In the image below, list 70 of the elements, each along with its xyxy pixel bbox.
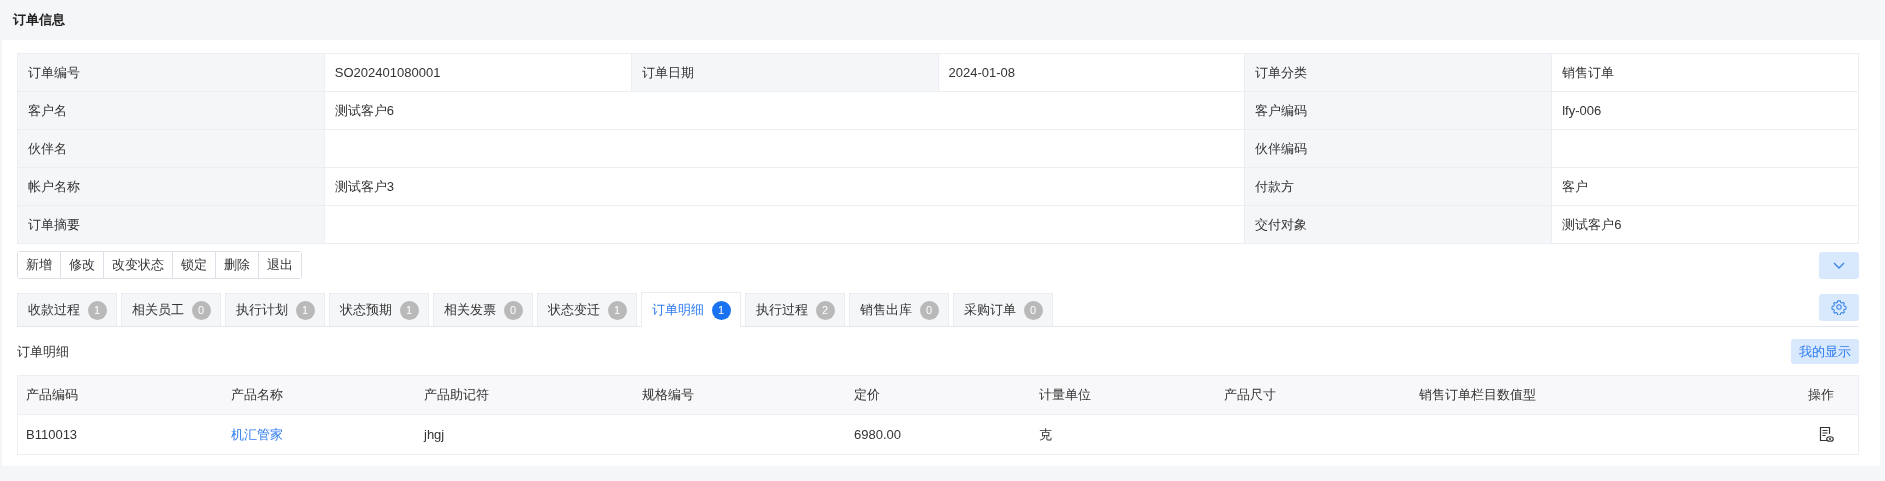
field-label: 帐户名称 [18, 168, 325, 206]
field-label: 付款方 [1245, 168, 1553, 206]
tab[interactable]: 相关发票 0 [433, 293, 533, 326]
document-view-icon[interactable] [1818, 426, 1834, 443]
field-value: 客户 [1552, 168, 1859, 206]
count-badge: 1 [607, 300, 627, 320]
count-badge: 0 [503, 300, 523, 320]
count-badge: 0 [191, 300, 211, 320]
field-value: 2024-01-08 [938, 54, 1246, 92]
tab-label: 相关员工 [131, 301, 184, 319]
column-header: 定价 [853, 386, 881, 404]
field-label: 交付对象 [1245, 206, 1553, 244]
tab-label: 订单明细 [651, 301, 704, 319]
field-label: 订单分类 [1245, 54, 1553, 92]
count-badge: 0 [919, 300, 939, 320]
count-badge: 0 [1023, 300, 1043, 320]
field-label: 订单日期 [631, 54, 939, 92]
tab[interactable]: 执行计划 1 [225, 293, 325, 326]
field-value: SO202401080001 [324, 54, 632, 92]
column-header: 规格编号 [641, 386, 695, 404]
column-header: 计量单位 [1038, 386, 1092, 404]
count-badge: 2 [815, 300, 835, 320]
tab-label: 状态变迁 [547, 301, 600, 319]
column-header: 产品尺寸 [1223, 386, 1277, 404]
table-cell-text: 克 [1038, 425, 1053, 444]
column-header: 操作 [1807, 386, 1835, 404]
tab-label: 执行计划 [235, 301, 288, 319]
field-label: 伙伴编码 [1245, 130, 1553, 168]
field-value: 测试客户6 [1552, 206, 1859, 244]
column-header: 产品名称 [230, 386, 284, 404]
tab[interactable]: 状态预期 1 [329, 293, 429, 326]
toolbar-button[interactable]: 新增 [18, 252, 61, 278]
column-header: 产品编码 [25, 386, 79, 404]
field-value: lfy-006 [1552, 92, 1859, 130]
field-label: 客户编码 [1245, 92, 1553, 130]
tab[interactable]: 订单明细 1 [641, 292, 741, 327]
tab-label: 状态预期 [339, 301, 392, 319]
table-cell-text: 6980.00 [853, 425, 902, 444]
tab-label: 执行过程 [755, 301, 808, 319]
table-cell-text: B110013 [25, 425, 79, 444]
tab-label: 采购订单 [963, 301, 1016, 319]
count-badge: 1 [87, 300, 107, 320]
settings-icon [1831, 299, 1847, 315]
tab[interactable]: 相关员工 0 [121, 293, 221, 326]
section-title: 订单明细 [17, 342, 69, 361]
field-value: 测试客户3 [324, 168, 1246, 206]
settings-button[interactable] [1819, 293, 1859, 321]
field-value: 销售订单 [1552, 54, 1859, 92]
page-title: 订单信息 [13, 11, 65, 29]
table-cell-text: jhgj [422, 425, 446, 444]
field-label: 伙伴名 [18, 130, 325, 168]
tab[interactable]: 采购订单 0 [953, 293, 1053, 326]
collapse-button[interactable] [1819, 251, 1859, 279]
tab-label: 销售出库 [859, 301, 912, 319]
count-badge: 1 [711, 300, 731, 320]
field-label: 订单摘要 [18, 206, 325, 244]
count-badge: 1 [399, 300, 419, 320]
tab-label: 收款过程 [27, 301, 80, 319]
product-link[interactable]: 机汇管家 [223, 425, 416, 444]
column-header: 销售订单栏目数值型 [1418, 386, 1537, 404]
tab-label: 相关发票 [443, 301, 496, 319]
tab[interactable]: 收款过程 1 [17, 293, 117, 326]
count-badge: 1 [295, 300, 315, 320]
tab[interactable]: 状态变迁 1 [537, 293, 637, 326]
field-value: 测试客户6 [324, 92, 1246, 130]
tab[interactable]: 销售出库 0 [849, 293, 949, 326]
column-header: 产品助记符 [423, 386, 490, 404]
tab[interactable]: 执行过程 2 [745, 293, 845, 326]
field-label: 客户名 [18, 92, 325, 130]
field-label: 订单编号 [18, 54, 325, 92]
